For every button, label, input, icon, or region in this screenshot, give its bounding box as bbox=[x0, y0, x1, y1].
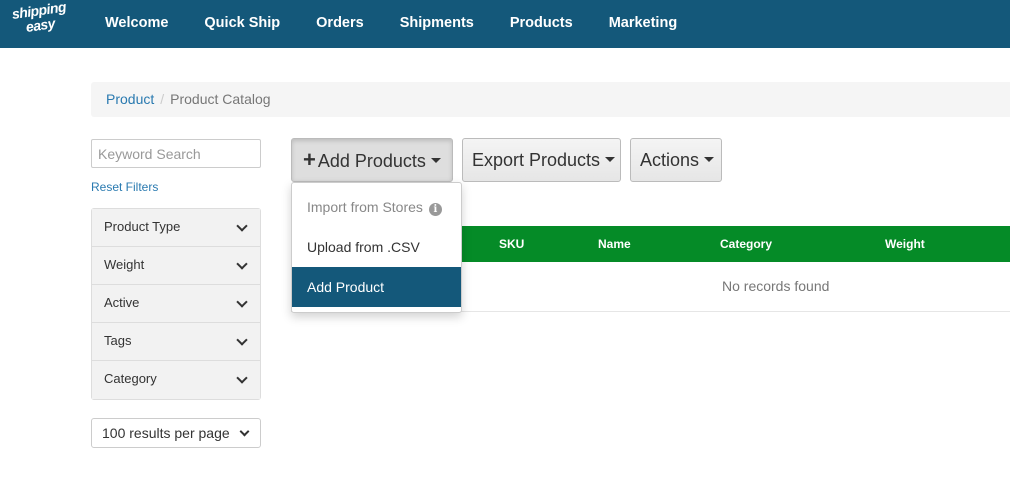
chevron-down-icon bbox=[236, 372, 248, 384]
caret-down-icon bbox=[704, 157, 715, 163]
breadcrumb-current: Product Catalog bbox=[170, 91, 271, 107]
no-records-message: No records found bbox=[722, 278, 830, 294]
column-header-sku[interactable]: SKU bbox=[499, 237, 524, 251]
filter-panel: Product Type Weight Active Tags Category bbox=[91, 208, 261, 400]
breadcrumb: Product / Product Catalog bbox=[91, 82, 1010, 117]
shippingeasy-logo[interactable]: shipping easy bbox=[11, 0, 78, 40]
add-products-menu: Import from Stores i Upload from .CSV Add… bbox=[291, 182, 462, 313]
filter-label: Product Type bbox=[104, 219, 181, 234]
menu-item-upload-csv[interactable]: Upload from .CSV bbox=[292, 227, 461, 267]
menu-item-import-from-stores: Import from Stores i bbox=[292, 187, 461, 227]
nav-products[interactable]: Products bbox=[492, 0, 591, 48]
nav-welcome[interactable]: Welcome bbox=[87, 0, 186, 48]
filter-label: Active bbox=[104, 295, 140, 310]
column-header-category[interactable]: Category bbox=[720, 237, 772, 251]
main-nav: Welcome Quick Ship Orders Shipments Prod… bbox=[87, 0, 695, 48]
caret-down-icon bbox=[605, 157, 616, 163]
actions-button[interactable]: Actions bbox=[630, 138, 722, 182]
breadcrumb-product-link[interactable]: Product bbox=[106, 91, 154, 107]
info-icon[interactable]: i bbox=[428, 203, 442, 216]
results-per-page-select[interactable]: 100 results per page bbox=[91, 418, 261, 448]
menu-item-label: Upload from .CSV bbox=[307, 239, 420, 255]
nav-shipments[interactable]: Shipments bbox=[382, 0, 492, 48]
chevron-down-icon bbox=[236, 220, 248, 232]
filter-category[interactable]: Category bbox=[92, 361, 260, 399]
filter-tags[interactable]: Tags bbox=[92, 323, 260, 361]
plus-icon: + bbox=[303, 147, 316, 172]
results-per-page-value: 100 results per page bbox=[102, 425, 230, 441]
keyword-search-input[interactable] bbox=[91, 139, 261, 168]
menu-item-label: Add Product bbox=[307, 279, 385, 295]
chevron-down-icon bbox=[239, 426, 250, 437]
filter-product-type[interactable]: Product Type bbox=[92, 209, 260, 247]
nav-orders[interactable]: Orders bbox=[298, 0, 382, 48]
chevron-down-icon bbox=[236, 334, 248, 346]
top-navbar: shipping easy Welcome Quick Ship Orders … bbox=[0, 0, 1010, 48]
filter-label: Tags bbox=[104, 333, 132, 348]
export-products-label: Export Products bbox=[472, 150, 601, 170]
chevron-down-icon bbox=[236, 296, 248, 308]
export-products-button[interactable]: Export Products bbox=[462, 138, 621, 182]
menu-item-label: Import from Stores bbox=[307, 199, 423, 215]
nav-quick-ship[interactable]: Quick Ship bbox=[186, 0, 298, 48]
nav-marketing[interactable]: Marketing bbox=[591, 0, 696, 48]
add-products-button[interactable]: + Add Products bbox=[291, 138, 453, 182]
actions-label: Actions bbox=[640, 150, 700, 170]
filter-label: Weight bbox=[104, 257, 145, 272]
caret-down-icon bbox=[430, 158, 441, 164]
column-header-name[interactable]: Name bbox=[598, 237, 631, 251]
filter-weight[interactable]: Weight bbox=[92, 247, 260, 285]
filter-label: Category bbox=[104, 371, 157, 386]
menu-item-add-product[interactable]: Add Product bbox=[292, 267, 461, 307]
logo-text-line2: easy bbox=[24, 15, 56, 35]
add-products-label: Add Products bbox=[317, 151, 426, 171]
filter-active[interactable]: Active bbox=[92, 285, 260, 323]
column-header-weight[interactable]: Weight bbox=[885, 237, 925, 251]
breadcrumb-separator: / bbox=[160, 91, 165, 107]
reset-filters-link[interactable]: Reset Filters bbox=[91, 180, 158, 194]
chevron-down-icon bbox=[236, 258, 248, 270]
